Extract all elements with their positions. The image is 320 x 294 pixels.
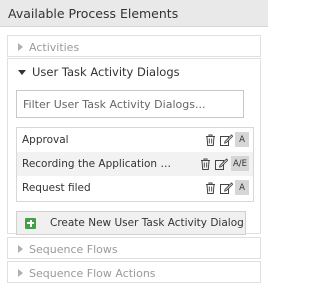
section-user-task-dialogs-label: User Task Activity Dialogs [32,65,180,79]
trash-icon[interactable] [199,156,213,171]
panel-header: Available Process Elements [0,0,268,27]
triangle-right-icon [18,269,23,277]
list-item-name: Approval [22,134,69,146]
triangle-right-icon [18,43,23,51]
list-item-tools: A [203,180,249,195]
plus-icon [25,217,36,229]
trash-icon[interactable] [203,180,217,195]
section-activities-label: Activities [29,40,80,54]
list-item-tools: A/E [199,156,249,171]
triangle-down-icon [18,69,26,75]
access-badge: A [235,132,249,147]
create-dialog-label: Create New User Task Activity Dialog [50,217,244,229]
list-item-name: Recording the Application f... [22,158,172,170]
triangle-right-icon [18,245,23,253]
section-sequence-flows: Sequence Flows [7,237,261,259]
section-user-task-dialogs-toggle[interactable]: User Task Activity Dialogs [8,59,260,85]
access-badge: A/E [230,156,249,171]
section-sequence-flow-actions-label: Sequence Flow Actions [29,266,156,280]
filter-dialogs-input[interactable] [16,90,244,118]
process-elements-panel: Available Process Elements Activities Us… [0,0,268,294]
section-sequence-flows-label: Sequence Flows [29,242,118,256]
section-sequence-flow-actions-toggle[interactable]: Sequence Flow Actions [8,262,260,284]
section-user-task-dialogs: User Task Activity Dialogs Approval A Re… [7,58,261,235]
section-sequence-flows-toggle[interactable]: Sequence Flows [8,238,260,260]
section-sequence-flow-actions: Sequence Flow Actions [7,261,261,283]
section-activities-toggle[interactable]: Activities [8,36,260,58]
list-item-tools: A [203,132,249,147]
edit-icon[interactable] [219,132,233,147]
list-item[interactable]: Recording the Application f... A/E [17,152,253,176]
panel-title: Available Process Elements [8,5,179,21]
section-activities: Activities [7,35,261,57]
edit-icon[interactable] [219,180,233,195]
trash-icon[interactable] [203,132,217,147]
list-item-name: Request filed [22,182,91,194]
edit-icon[interactable] [215,156,229,171]
list-item[interactable]: Approval A [17,128,253,152]
access-badge: A [235,180,249,195]
list-item[interactable]: Request filed A [17,176,253,200]
create-dialog-button[interactable]: Create New User Task Activity Dialog [16,211,246,235]
dialogs-list: Approval A Recording the Application f..… [16,127,254,202]
